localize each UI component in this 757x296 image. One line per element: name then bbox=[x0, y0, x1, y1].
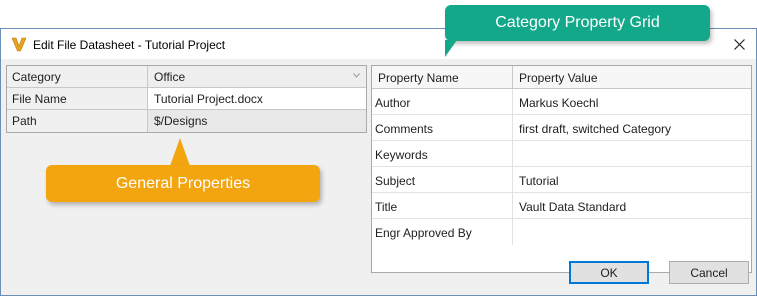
general-row-label: Path bbox=[7, 110, 148, 132]
category-dropdown[interactable]: Office bbox=[148, 66, 366, 87]
category-value: Office bbox=[154, 70, 186, 84]
column-header-property-name[interactable]: Property Name bbox=[372, 66, 513, 88]
callout-label: Category Property Grid bbox=[495, 14, 660, 31]
file-name-field[interactable]: Tutorial Project.docx bbox=[148, 88, 366, 109]
category-grid-callout: Category Property Grid bbox=[445, 5, 710, 41]
general-properties-grid: Category Office File Name Tutorial Proje… bbox=[6, 65, 367, 133]
general-row-file-name: File Name Tutorial Project.docx bbox=[7, 88, 366, 110]
general-row-label: File Name bbox=[7, 88, 148, 109]
callout-pointer-orange bbox=[170, 138, 190, 166]
category-property-grid: Property Name Property Value Author Mark… bbox=[371, 65, 752, 273]
column-header-property-value[interactable]: Property Value bbox=[513, 66, 604, 88]
property-row-author: Author Markus Koechl bbox=[372, 89, 751, 115]
close-icon bbox=[733, 38, 745, 50]
ok-button[interactable]: OK bbox=[569, 261, 649, 284]
property-name: Comments bbox=[372, 115, 513, 140]
callout-pointer-teal bbox=[445, 40, 457, 57]
cancel-button[interactable]: Cancel bbox=[669, 261, 749, 284]
property-row-keywords: Keywords bbox=[372, 141, 751, 167]
property-grid-header: Property Name Property Value bbox=[372, 66, 751, 89]
property-name: Engr Approved By bbox=[372, 219, 513, 245]
window-title: Edit File Datasheet - Tutorial Project bbox=[33, 38, 226, 52]
general-row-path: Path $/Designs bbox=[7, 110, 366, 132]
edit-file-datasheet-dialog: Edit File Datasheet - Tutorial Project C… bbox=[0, 28, 757, 296]
property-name: Keywords bbox=[372, 141, 513, 166]
chevron-down-icon bbox=[353, 73, 360, 78]
close-button[interactable] bbox=[722, 29, 756, 59]
property-value-field[interactable]: Tutorial bbox=[513, 167, 751, 192]
property-name: Subject bbox=[372, 167, 513, 192]
property-value-field[interactable] bbox=[513, 219, 751, 245]
property-name: Title bbox=[372, 193, 513, 218]
property-row-subject: Subject Tutorial bbox=[372, 167, 751, 193]
general-row-label: Category bbox=[7, 66, 148, 87]
property-name: Author bbox=[372, 89, 513, 114]
property-row-title: Title Vault Data Standard bbox=[372, 193, 751, 219]
property-row-comments: Comments first draft, switched Category bbox=[372, 115, 751, 141]
property-value-field[interactable]: Markus Koechl bbox=[513, 89, 751, 114]
vault-icon bbox=[11, 37, 27, 52]
callout-label: General Properties bbox=[115, 174, 251, 192]
property-value-field[interactable]: Vault Data Standard bbox=[513, 193, 751, 218]
general-properties-callout: General Properties bbox=[46, 165, 320, 202]
general-row-category: Category Office bbox=[7, 66, 366, 88]
property-value-field[interactable]: first draft, switched Category bbox=[513, 115, 751, 140]
property-value-field[interactable] bbox=[513, 141, 751, 166]
property-row-engr-approved-by: Engr Approved By bbox=[372, 219, 751, 245]
path-value: $/Designs bbox=[148, 110, 366, 132]
